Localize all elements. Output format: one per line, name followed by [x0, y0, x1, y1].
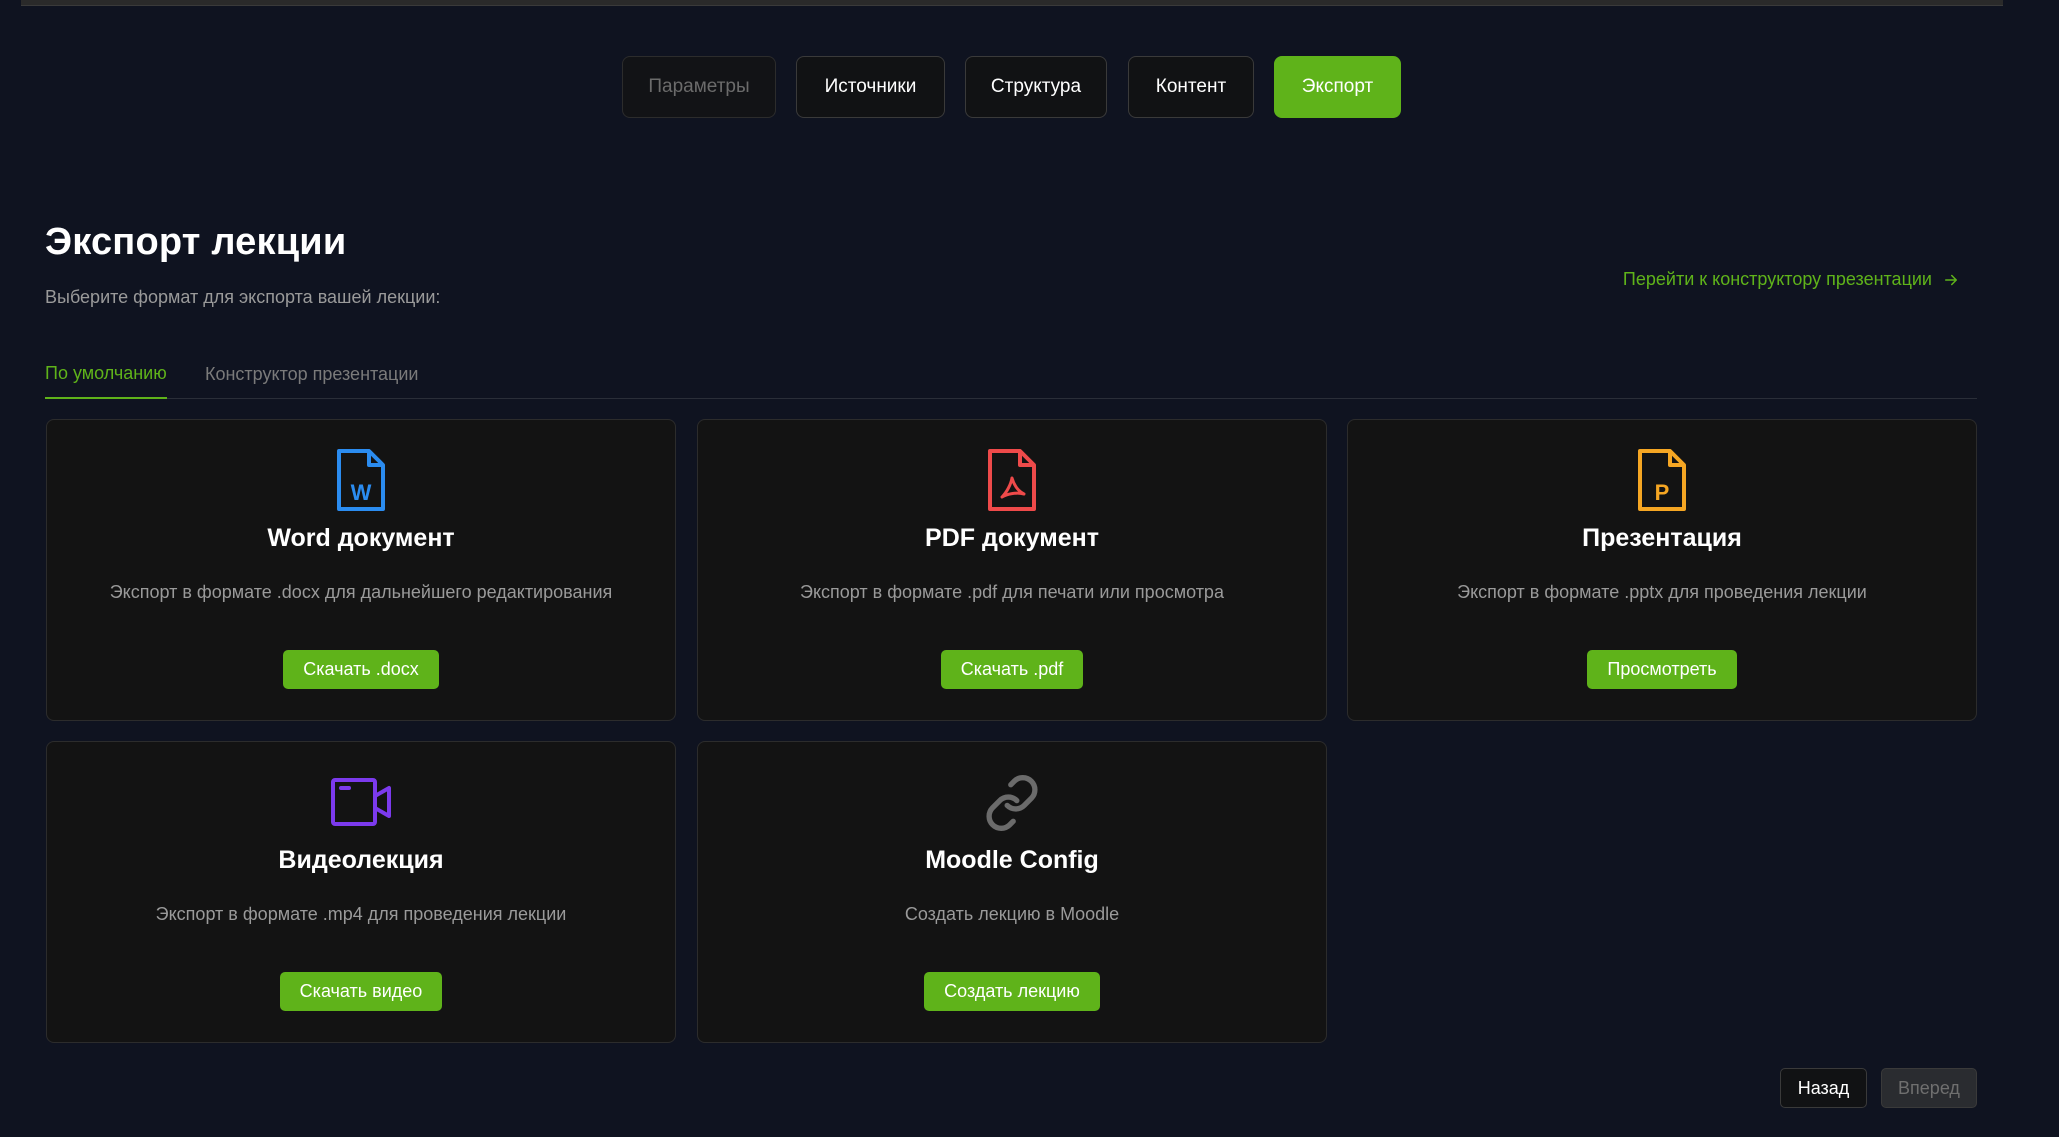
- download-pdf-button[interactable]: Скачать .pdf: [940, 650, 1084, 689]
- export-card-video: Видеолекция Экспорт в формате .mp4 для п…: [46, 741, 676, 1043]
- card-title: PDF документ: [925, 524, 1099, 552]
- arrow-right-icon: [1945, 274, 1957, 285]
- constructor-link-label: Перейти к конструктору презентации: [1622, 269, 1932, 289]
- video-camera-icon: [331, 778, 391, 826]
- page-title: Экспорт лекции: [45, 221, 347, 263]
- export-tabs: По умолчанию Конструктор презентации: [45, 349, 1977, 399]
- download-video-button[interactable]: Скачать видео: [279, 972, 443, 1011]
- step-parameters[interactable]: Параметры: [622, 56, 776, 118]
- pdf-file-icon: [988, 449, 1036, 511]
- card-title: Видеолекция: [278, 846, 444, 874]
- export-card-presentation: P Презентация Экспорт в формате .pptx дл…: [1347, 419, 1977, 721]
- back-button[interactable]: Назад: [1780, 1068, 1867, 1108]
- step-structure[interactable]: Структура: [965, 56, 1107, 118]
- export-card-moodle: Moodle Config Создать лекцию в Moodle Со…: [697, 741, 1327, 1043]
- export-card-pdf: PDF документ Экспорт в формате .pdf для …: [697, 419, 1327, 721]
- card-title: Word документ: [267, 524, 455, 552]
- link-icon: [986, 775, 1038, 831]
- download-docx-button[interactable]: Скачать .docx: [283, 650, 439, 689]
- card-title: Презентация: [1582, 524, 1742, 552]
- presentation-constructor-link[interactable]: Перейти к конструктору презентации: [1623, 269, 1960, 290]
- create-lecture-button[interactable]: Создать лекцию: [924, 972, 1100, 1011]
- svg-text:P: P: [1655, 480, 1670, 505]
- tab-default[interactable]: По умолчанию: [45, 349, 167, 399]
- step-export[interactable]: Экспорт: [1274, 56, 1401, 118]
- next-button[interactable]: Вперед: [1881, 1068, 1977, 1108]
- card-title: Moodle Config: [925, 846, 1099, 874]
- tab-presentation-constructor[interactable]: Конструктор презентации: [205, 349, 418, 399]
- card-description: Экспорт в формате .pdf для печати или пр…: [800, 582, 1224, 602]
- step-sources[interactable]: Источники: [796, 56, 945, 118]
- card-description: Экспорт в формате .mp4 для проведения ле…: [155, 904, 567, 924]
- card-description: Экспорт в формате .pptx для проведения л…: [1457, 582, 1867, 602]
- preview-presentation-button[interactable]: Просмотреть: [1587, 650, 1737, 689]
- svg-text:W: W: [351, 480, 372, 505]
- wizard-stepper: Параметры Источники Структура Контент Эк…: [0, 56, 2059, 118]
- page-subtitle: Выберите формат для экспорта вашей лекци…: [45, 287, 441, 307]
- step-content[interactable]: Контент: [1128, 56, 1254, 118]
- export-card-word: W Word документ Экспорт в формате .docx …: [46, 419, 676, 721]
- top-progress-bar: [21, 0, 2003, 6]
- card-description: Экспорт в формате .docx для дальнейшего …: [109, 582, 613, 602]
- export-panel: Экспорт лекции Выберите формат для экспо…: [21, 197, 1982, 1137]
- word-file-icon: W: [337, 449, 385, 511]
- powerpoint-file-icon: P: [1638, 449, 1686, 511]
- card-description: Создать лекцию в Moodle: [904, 904, 1120, 924]
